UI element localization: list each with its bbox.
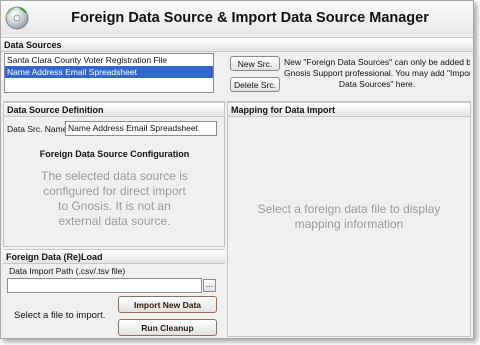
name-label: Data Src. Name [7, 124, 68, 134]
config-message-line: to Gnosis. It is not an [58, 199, 171, 213]
name-field[interactable]: Name Address Email Spreadsheet [65, 121, 217, 136]
import-status-text: Select a file to import. [14, 310, 106, 321]
config-message-line: The selected data source is [41, 169, 188, 183]
disc-icon [5, 6, 29, 30]
note-line: New "Foreign Data Sources" can only be a… [284, 57, 470, 67]
definition-panel: Data Source Definition Data Src. Name Na… [3, 101, 225, 247]
manager-window: Foreign Data Source & Import Data Source… [0, 0, 474, 339]
title-bar: Foreign Data Source & Import Data Source… [1, 1, 473, 35]
import-new-data-button[interactable]: Import New Data [118, 296, 217, 313]
data-sources-list[interactable]: Santa Clara County Voter Registration Fi… [4, 53, 214, 93]
list-item[interactable]: Santa Clara County Voter Registration Fi… [5, 54, 213, 66]
run-cleanup-button[interactable]: Run Cleanup [118, 319, 217, 336]
mapping-message: Select a foreign data file to display ma… [228, 202, 470, 232]
config-message-line: external data source. [58, 214, 171, 228]
mapping-message-line: Select a foreign data file to display [257, 202, 441, 216]
new-source-button[interactable]: New Src. [230, 56, 280, 71]
window-title: Foreign Data Source & Import Data Source… [71, 10, 429, 26]
mapping-panel: Mapping for Data Import Select a foreign… [227, 101, 471, 337]
mapping-message-line: mapping information [294, 217, 404, 231]
reload-header: Foreign Data (Re)Load [3, 249, 225, 264]
config-title: Foreign Data Source Configuration [39, 149, 190, 159]
data-sources-header: Data Sources [1, 37, 473, 52]
delete-source-button[interactable]: Delete Src. [230, 77, 280, 92]
browse-button[interactable]: ... [203, 279, 216, 292]
import-path-field[interactable] [7, 278, 202, 293]
note-line: Data Sources" here. [338, 79, 416, 89]
mapping-header: Mapping for Data Import [228, 102, 470, 117]
config-message-line: configured for direct import [43, 184, 186, 198]
definition-header: Data Source Definition [4, 102, 224, 117]
list-item-selected[interactable]: Name Address Email Spreadsheet [5, 66, 213, 78]
note-line: Gnosis Support professional. You may add… [284, 68, 470, 78]
data-sources-note: New "Foreign Data Sources" can only be a… [284, 57, 470, 90]
import-path-label: Data Import Path (.csv/.tsv file) [9, 266, 126, 276]
config-message: The selected data source is configured f… [4, 169, 225, 229]
